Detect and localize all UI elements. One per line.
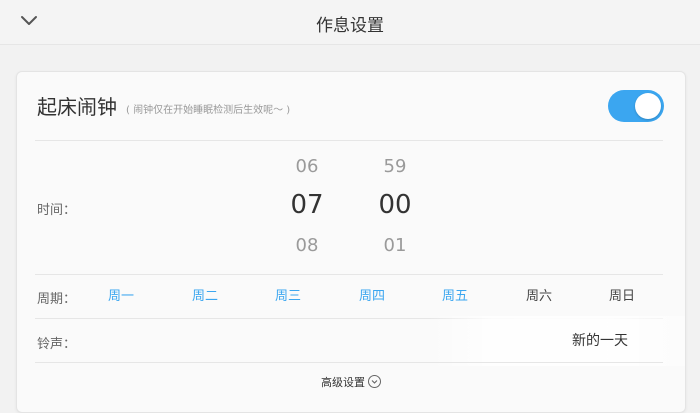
ringtone-label: 铃声： (37, 337, 77, 352)
divider (35, 362, 663, 363)
minute-picker[interactable]: 59 00 01 (365, 152, 425, 262)
alarm-note: ( 闹钟仅在开始睡眠检测后生效呢～ ) (126, 105, 291, 116)
day-tue[interactable]: 周二 (175, 285, 235, 304)
minute-prev: 59 (383, 156, 407, 177)
page-title: 作息设置 (316, 16, 384, 36)
chevron-down-circle-icon (368, 375, 381, 388)
hour-prev: 06 (295, 156, 319, 177)
toggle-knob (635, 93, 661, 119)
divider (35, 274, 663, 275)
day-thu[interactable]: 周四 (342, 285, 402, 304)
divider (35, 318, 663, 319)
alarm-card: 起床闹钟 ( 闹钟仅在开始睡眠检测后生效呢～ ) 时间： 06 07 08 59… (16, 71, 686, 413)
advanced-settings-label: 高级设置 (321, 376, 365, 389)
day-sun[interactable]: 周日 (592, 285, 652, 304)
day-mon[interactable]: 周一 (91, 285, 151, 304)
day-fri[interactable]: 周五 (425, 285, 485, 304)
alarm-header: 起床闹钟 ( 闹钟仅在开始睡眠检测后生效呢～ ) (17, 72, 685, 140)
hour-picker[interactable]: 06 07 08 (277, 152, 337, 262)
alarm-toggle[interactable] (608, 90, 664, 122)
blur-overlay (429, 316, 685, 366)
hour-selected: 07 (290, 190, 324, 220)
ringtone-value[interactable]: 新的一天 (572, 330, 628, 350)
day-sat[interactable]: 周六 (509, 285, 569, 304)
advanced-settings-button[interactable]: 高级设置 (17, 374, 685, 390)
period-days: 周一 周二 周三 周四 周五 周六 周日 (17, 285, 685, 307)
divider (35, 140, 663, 141)
day-wed[interactable]: 周三 (258, 285, 318, 304)
minute-next: 01 (383, 235, 407, 256)
hour-next: 08 (295, 235, 319, 256)
minute-selected: 00 (378, 190, 412, 220)
alarm-title: 起床闹钟 (37, 95, 117, 119)
top-bar: 作息设置 (0, 0, 700, 45)
time-label: 时间： (37, 203, 77, 218)
